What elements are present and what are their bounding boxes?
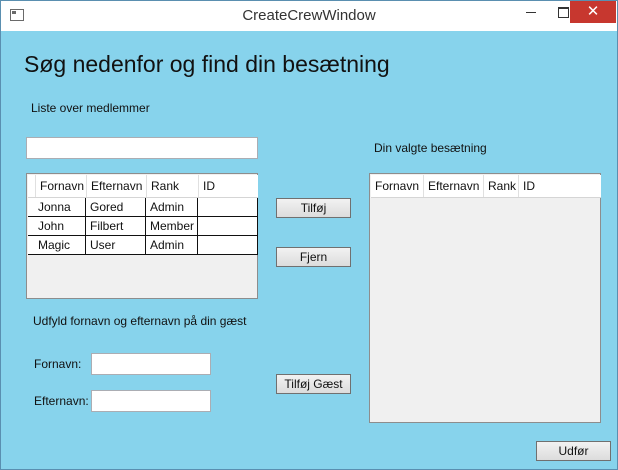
remove-member-button[interactable]: Fjern [276, 247, 351, 267]
create-crew-window: CreateCrewWindow ✕ Søg nedenfor og find … [0, 0, 618, 470]
column-header-rank[interactable]: Rank [484, 175, 519, 197]
members-grid-header: Fornavn Efternavn Rank ID [28, 175, 258, 198]
table-row[interactable]: John Filbert Member [28, 217, 258, 236]
minimize-button[interactable] [515, 1, 547, 23]
column-header-efternavn[interactable]: Efternavn [424, 175, 484, 197]
column-header-id[interactable]: ID [199, 175, 258, 197]
add-member-button[interactable]: Tilføj [276, 198, 351, 218]
column-header-fornavn[interactable]: Fornavn [36, 175, 87, 197]
last-name-label: Efternavn: [34, 394, 89, 408]
column-header-efternavn[interactable]: Efternavn [87, 175, 147, 197]
guest-last-name-field[interactable] [91, 390, 211, 412]
crew-label: Din valgte besætning [374, 141, 487, 155]
member-search-input[interactable] [26, 137, 258, 159]
members-grid[interactable]: Fornavn Efternavn Rank ID Jonna Gored Ad… [26, 173, 258, 299]
column-header-rank[interactable]: Rank [147, 175, 199, 197]
page-heading: Søg nedenfor og find din besætning [24, 51, 390, 77]
first-name-label: Fornavn: [34, 357, 82, 371]
title-bar: CreateCrewWindow ✕ [1, 1, 617, 31]
table-row[interactable]: Jonna Gored Admin [28, 198, 258, 217]
table-row[interactable]: Magic User Admin [28, 236, 258, 255]
column-header-id[interactable]: ID [519, 175, 601, 197]
add-guest-button[interactable]: Tilføj Gæst [276, 374, 351, 394]
members-label: Liste over medlemmer [31, 101, 150, 115]
crew-grid[interactable]: Fornavn Efternavn Rank ID [369, 173, 601, 423]
guest-first-name-field[interactable] [91, 353, 211, 375]
crew-grid-header: Fornavn Efternavn Rank ID [371, 175, 601, 198]
column-header-fornavn[interactable]: Fornavn [371, 175, 424, 197]
guest-instructions-label: Udfyld fornavn og efternavn på din gæst [33, 314, 247, 328]
done-button[interactable]: Udfør [536, 441, 611, 461]
close-button[interactable]: ✕ [570, 1, 616, 23]
row-header-corner [28, 175, 36, 197]
